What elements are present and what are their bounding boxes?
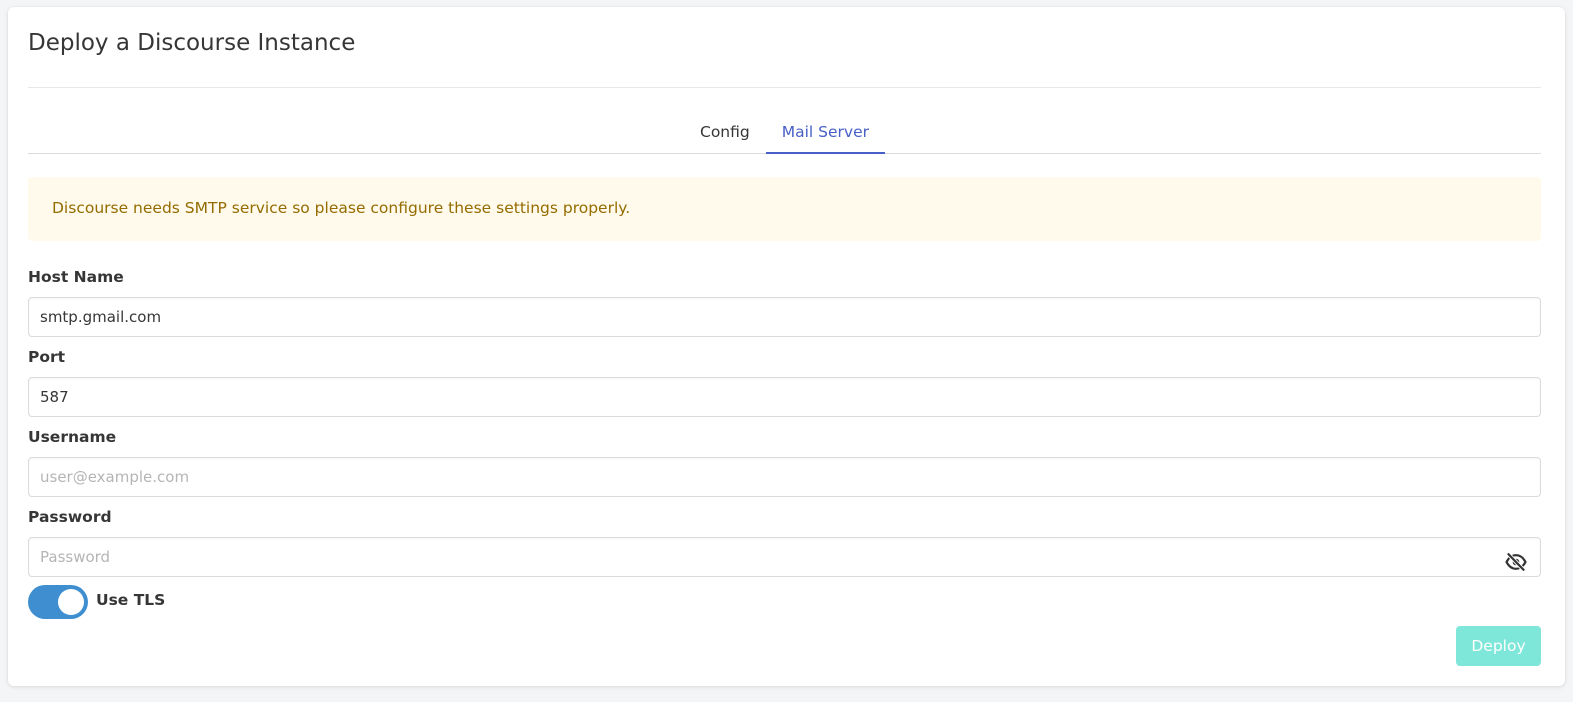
tab-config[interactable]: Config (684, 119, 766, 154)
smtp-notice: Discourse needs SMTP service so please c… (28, 177, 1541, 241)
password-input[interactable] (28, 537, 1541, 577)
tab-mail-server[interactable]: Mail Server (765, 119, 885, 154)
port-input[interactable] (28, 377, 1541, 417)
host-name-label: Host Name (28, 268, 124, 286)
deploy-card: Deploy a Discourse Instance Config Mail … (8, 7, 1565, 686)
page-title: Deploy a Discourse Instance (28, 30, 356, 56)
deploy-button[interactable]: Deploy (1456, 626, 1541, 666)
username-label: Username (28, 428, 117, 446)
tab-bar: Config Mail Server (28, 119, 1541, 154)
toggle-knob (58, 589, 84, 615)
port-label: Port (28, 348, 66, 366)
password-label: Password (28, 508, 112, 526)
title-divider (28, 87, 1541, 88)
host-name-input[interactable] (28, 297, 1541, 337)
eye-slash-icon[interactable] (1500, 546, 1532, 578)
use-tls-label: Use TLS (96, 591, 166, 609)
use-tls-toggle[interactable] (28, 585, 88, 619)
username-input[interactable] (28, 457, 1541, 497)
